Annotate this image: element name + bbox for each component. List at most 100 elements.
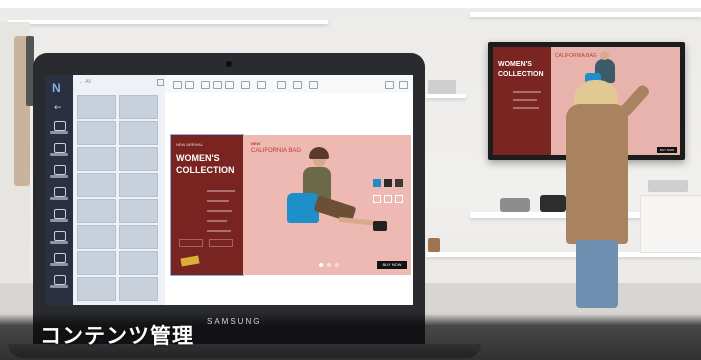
template-thumbnail[interactable] (119, 95, 158, 119)
display-cabinet (640, 195, 701, 253)
arrange-icon[interactable] (257, 81, 266, 89)
slide-text-line (207, 220, 227, 222)
template-thumbnail[interactable] (119, 199, 158, 223)
wall-product-name: CALIFORNIA BAG (555, 53, 597, 59)
model-boot (373, 221, 387, 231)
color-swatch-black (395, 179, 403, 187)
rail-item-label (50, 241, 68, 244)
woman-coat (566, 104, 628, 244)
template-thumbnail[interactable] (119, 251, 158, 275)
rail-item-frames[interactable] (50, 231, 68, 245)
media-icon (54, 143, 66, 153)
size-option (384, 195, 392, 203)
rail-item-template[interactable] (50, 121, 68, 135)
shelf-shoes (540, 195, 566, 212)
wall-ledge (470, 12, 701, 17)
template-thumbnail[interactable] (77, 277, 116, 301)
rail-item-label (50, 131, 68, 134)
rail-item-cloud[interactable] (50, 275, 68, 289)
template-thumbnail[interactable] (77, 147, 116, 171)
cut-icon[interactable] (201, 81, 210, 89)
rail-item-text[interactable] (50, 165, 68, 179)
slide-title-line2: COLLECTION (176, 165, 235, 175)
carousel-dot (319, 263, 323, 267)
laptop-brand: SAMSUNG (207, 317, 262, 326)
background-icon (54, 253, 66, 263)
template-thumbnail[interactable] (77, 251, 116, 275)
settings-icon[interactable] (309, 81, 318, 89)
undo-icon[interactable] (173, 81, 182, 89)
rail-item-label (50, 175, 68, 178)
slide-pink-panel[interactable]: NEW CALIFORNIA BAG BUY NOW (243, 135, 411, 275)
laptop-screen: N ← ← All NEW ARRIVAL WOMEN'S COLLECTION… (45, 75, 413, 305)
shelf-bag (500, 198, 530, 212)
wall-cta: BUY NOW (657, 147, 677, 153)
preview-icon[interactable] (385, 81, 394, 89)
carousel-dot (335, 263, 339, 267)
wall-text-line (513, 99, 537, 101)
wall-title-line1: WOMEN'S (498, 61, 532, 68)
template-thumbnail[interactable] (77, 173, 116, 197)
mid-shelf (426, 94, 466, 98)
folded-stack (648, 180, 688, 192)
webcam (226, 61, 232, 67)
slide-cta-button: BUY NOW (377, 261, 407, 269)
back-arrow-icon[interactable]: ← (54, 103, 62, 113)
panel-close-icon[interactable] (157, 79, 164, 86)
group-icon[interactable] (277, 81, 286, 89)
template-thumbnail[interactable] (119, 147, 158, 171)
color-swatch-blue (373, 179, 381, 187)
rail-item-background[interactable] (50, 253, 68, 267)
slide-text-line (207, 210, 232, 212)
rail-item-label (50, 197, 68, 200)
ceiling (0, 0, 701, 8)
slide-button (209, 239, 233, 247)
copy-icon[interactable] (213, 81, 222, 89)
panel-header[interactable]: ← All (79, 79, 91, 85)
template-thumbnail[interactable] (119, 173, 158, 197)
template-thumbnail[interactable] (77, 121, 116, 145)
shoe-display (428, 238, 440, 252)
slide-red-panel[interactable]: NEW ARRIVAL WOMEN'S COLLECTION (170, 134, 244, 276)
template-icon (54, 121, 66, 131)
rail-item-label (50, 285, 68, 288)
lock-icon[interactable] (293, 81, 302, 89)
slide-text-line (207, 230, 231, 232)
slide-product-tag: NEW (251, 141, 261, 146)
slide-tag: NEW ARRIVAL (176, 142, 204, 147)
wall-text-line (513, 107, 539, 109)
template-thumbnail[interactable] (77, 95, 116, 119)
align-icon[interactable] (241, 81, 250, 89)
template-thumbnail[interactable] (77, 199, 116, 223)
template-thumbnail[interactable] (77, 225, 116, 249)
woman-jeans (576, 240, 618, 308)
slide-text-line (207, 190, 235, 192)
save-icon[interactable] (399, 81, 408, 89)
upper-shelf (8, 20, 328, 24)
wall-text-line (513, 91, 541, 93)
rail-item-media[interactable] (50, 143, 68, 157)
size-option (395, 195, 403, 203)
app-logo[interactable]: N (52, 81, 61, 95)
editor-toolbar (165, 75, 413, 94)
caption-text: コンテンツ管理 (40, 324, 194, 348)
wall-slide-panel: WOMEN'S COLLECTION (493, 47, 551, 155)
template-thumbnail[interactable] (119, 225, 158, 249)
laptop-lid: N ← ← All NEW ARRIVAL WOMEN'S COLLECTION… (33, 53, 425, 348)
editor-canvas[interactable]: NEW ARRIVAL WOMEN'S COLLECTION NEW CALIF… (165, 93, 413, 305)
paste-icon[interactable] (225, 81, 234, 89)
rail-item-widgets[interactable] (50, 209, 68, 223)
template-thumbnail[interactable] (119, 277, 158, 301)
wall-title-line2: COLLECTION (498, 71, 544, 78)
app-sidebar-rail: N ← (45, 75, 73, 305)
wall-model-head (600, 51, 609, 60)
shape-icon (54, 187, 66, 197)
widget-icon (54, 209, 66, 219)
rail-item-shape[interactable] (50, 187, 68, 201)
redo-icon[interactable] (185, 81, 194, 89)
slide-title-line1: WOMEN'S (176, 153, 220, 163)
template-thumbnail[interactable] (119, 121, 158, 145)
cloud-icon (54, 275, 66, 285)
rail-item-label (50, 153, 68, 156)
slide-button (179, 239, 203, 247)
